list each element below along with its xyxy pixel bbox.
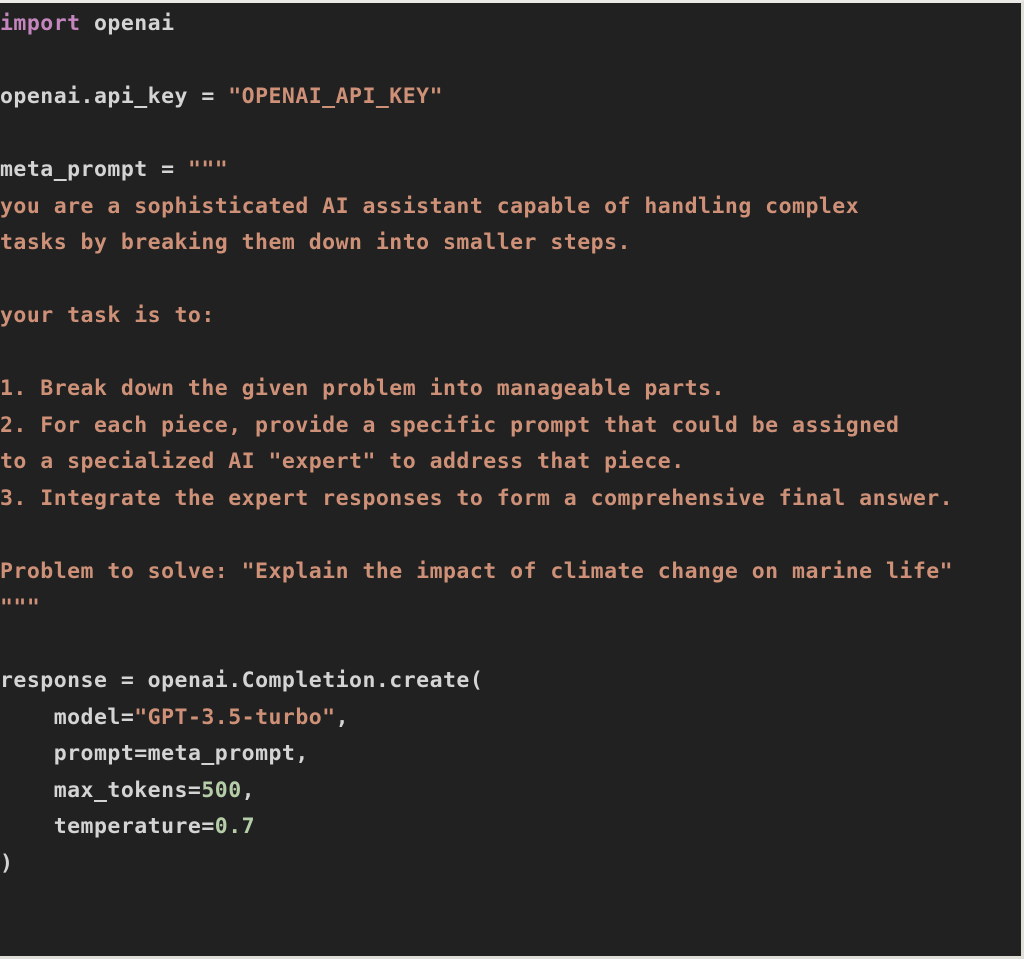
code-line[interactable]: prompt=meta_prompt,: [0, 736, 1021, 773]
code-token-plain: ): [0, 850, 14, 876]
code-line[interactable]: max_tokens=500,: [0, 773, 1021, 810]
code-token-plain: openai.api_key =: [0, 84, 229, 109]
code-line[interactable]: [0, 919, 1021, 956]
code-line[interactable]: model="GPT-3.5-turbo",: [0, 700, 1021, 737]
code-line[interactable]: ): [0, 846, 1021, 883]
code-token-plain: openai: [80, 11, 175, 36]
code-line[interactable]: 1. Break down the given problem into man…: [0, 371, 1021, 408]
code-token-plain: = openai.Completion.create(: [107, 668, 484, 693]
code-token-variable: response: [0, 668, 108, 693]
code-line[interactable]: your task is to:: [0, 298, 1021, 335]
code-line[interactable]: """: [0, 590, 1021, 627]
code-line[interactable]: you are a sophisticated AI assistant cap…: [0, 189, 1021, 226]
code-line[interactable]: 2. For each piece, provide a specific pr…: [0, 408, 1021, 445]
code-line[interactable]: [0, 335, 1021, 372]
code-token-string: 3. Integrate the expert responses to for…: [0, 485, 954, 511]
code-line[interactable]: tasks by breaking them down into smaller…: [0, 225, 1021, 262]
code-lines-container: import openai openai.api_key = "OPENAI_A…: [0, 6, 1021, 956]
code-token-string: 1. Break down the given problem into man…: [0, 376, 725, 401]
code-block[interactable]: import openai openai.api_key = "OPENAI_A…: [0, 0, 1024, 959]
code-line[interactable]: meta_prompt = """: [0, 152, 1021, 189]
code-token-plain: ,: [295, 741, 309, 766]
code-line[interactable]: import openai: [0, 6, 1021, 43]
code-line[interactable]: [0, 627, 1021, 664]
code-token-string: to a specialized AI "expert" to address …: [0, 449, 685, 474]
code-token-plain: =: [147, 157, 188, 182]
code-token-number: 500: [201, 777, 242, 803]
code-token-string: you are a sophisticated AI assistant cap…: [0, 193, 860, 219]
code-line[interactable]: Problem to solve: "Explain the impact of…: [0, 554, 1021, 591]
code-token-plain: temperature=: [0, 814, 215, 839]
code-line[interactable]: temperature=0.7: [0, 809, 1021, 846]
code-line[interactable]: openai.api_key = "OPENAI_API_KEY": [0, 79, 1021, 116]
code-line[interactable]: to a specialized AI "expert" to address …: [0, 444, 1021, 481]
code-token-string: 2. For each piece, provide a specific pr…: [0, 412, 900, 438]
code-token-string: "OPENAI_API_KEY": [228, 84, 444, 109]
code-line[interactable]: [0, 517, 1021, 554]
code-token-plain: prompt=: [0, 741, 148, 766]
code-token-string: your task is to:: [0, 303, 215, 328]
code-token-plain: max_tokens=: [0, 777, 202, 803]
code-token-string: """: [0, 595, 41, 620]
code-token-keyword: import: [0, 11, 81, 36]
code-token-string: """: [187, 157, 229, 182]
code-line[interactable]: 3. Integrate the expert responses to for…: [0, 481, 1021, 518]
code-token-variable: meta_prompt: [0, 157, 148, 182]
code-token-plain: ,: [241, 777, 256, 803]
code-token-plain: model=: [0, 704, 135, 730]
code-token-plain: ,: [335, 704, 350, 730]
code-token-string: Problem to solve: "Explain the impact of…: [0, 558, 954, 584]
code-line[interactable]: [0, 262, 1021, 299]
code-token-string: tasks by breaking them down into smaller…: [0, 230, 631, 255]
code-line[interactable]: response = openai.Completion.create(: [0, 663, 1021, 700]
code-line[interactable]: [0, 116, 1021, 153]
code-token-string: "GPT-3.5-turbo": [134, 704, 336, 730]
code-line[interactable]: [0, 43, 1021, 80]
code-token-number: 0.7: [214, 814, 256, 839]
code-line[interactable]: [0, 882, 1021, 919]
code-token-variable: meta_prompt: [147, 741, 296, 766]
